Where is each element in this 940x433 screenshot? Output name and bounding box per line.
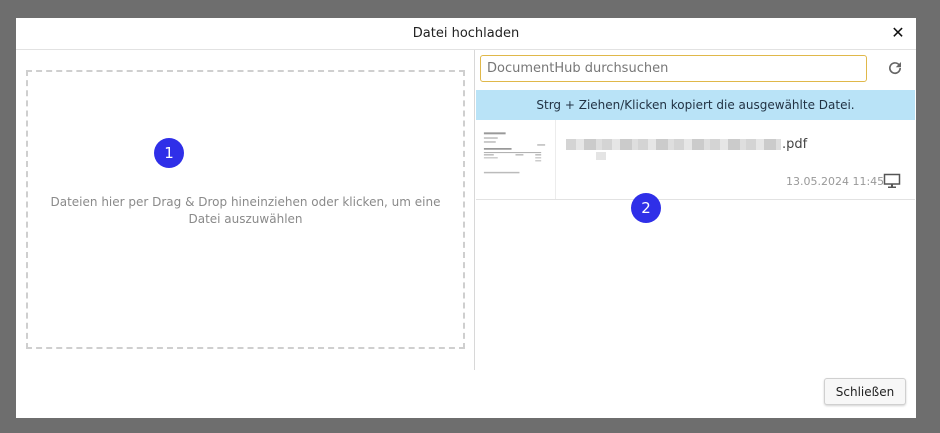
pdf-thumbnail	[476, 120, 556, 199]
dialog-footer: Schließen	[16, 370, 916, 418]
refresh-icon[interactable]	[886, 59, 904, 77]
file-extension: .pdf	[782, 137, 808, 152]
close-icon[interactable]: ✕	[888, 23, 908, 43]
dropzone-text: Dateien hier per Drag & Drop hineinziehe…	[50, 195, 441, 226]
documenthub-panel: Strg + Ziehen/Klicken kopiert die ausgew…	[476, 50, 916, 370]
search-input[interactable]	[480, 55, 867, 82]
marker-badge-2: 2	[631, 193, 661, 223]
file-dropzone[interactable]: Dateien hier per Drag & Drop hineinziehe…	[26, 70, 465, 349]
close-button[interactable]: Schließen	[824, 378, 906, 405]
dialog-titlebar: Datei hochladen ✕	[16, 18, 916, 50]
file-list-item[interactable]: .pdf 13.05.2024 11:45	[476, 120, 915, 200]
file-date: 13.05.2024 11:45	[786, 175, 885, 188]
file-name-redacted-fragment	[596, 152, 606, 160]
dialog-title: Datei hochladen	[412, 26, 520, 41]
upload-dialog: Datei hochladen ✕ Dateien hier per Drag …	[16, 18, 916, 418]
marker-badge-1: 1	[154, 138, 184, 168]
file-name-redacted	[566, 139, 781, 150]
copy-hint-bar: Strg + Ziehen/Klicken kopiert die ausgew…	[476, 90, 915, 120]
desktop-icon[interactable]	[883, 173, 901, 189]
upload-panel: Dateien hier per Drag & Drop hineinziehe…	[16, 50, 475, 370]
